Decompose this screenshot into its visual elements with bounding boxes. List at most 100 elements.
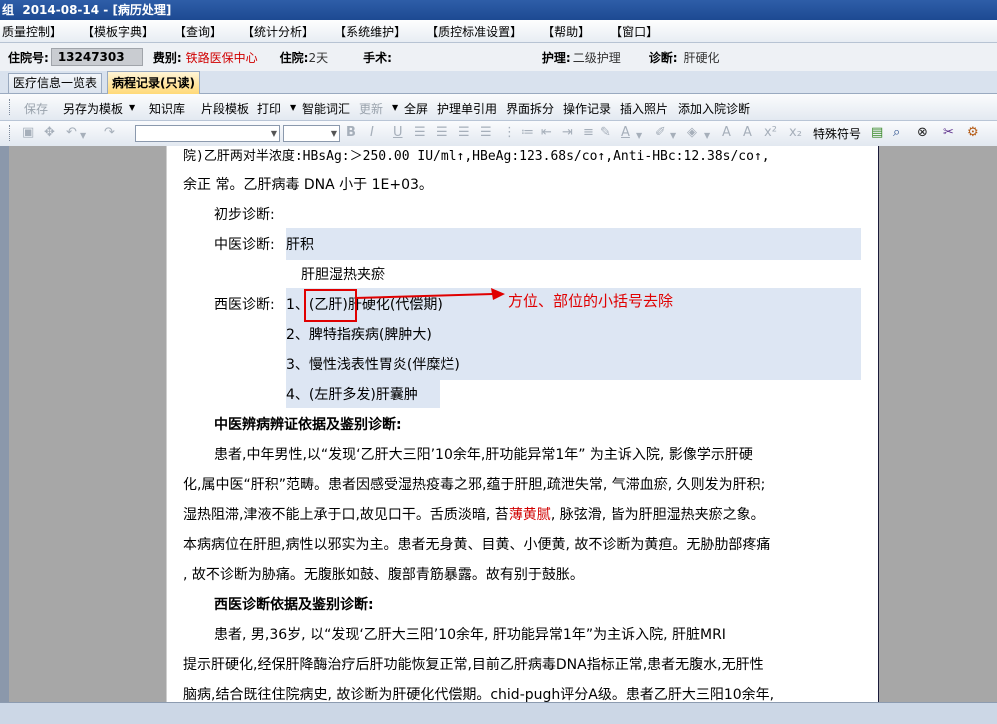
wm-basis-heading: 西医诊断依据及鉴别诊断:: [214, 597, 374, 613]
undo-dropdown-icon[interactable]: ▼: [80, 129, 86, 143]
tab-medical-overview[interactable]: 医疗信息一览表: [8, 73, 103, 93]
special-symbol-button[interactable]: 特殊符号: [813, 127, 861, 141]
payment-value: 铁路医保中心: [185, 50, 258, 65]
update-dropdown-icon[interactable]: ▼: [392, 103, 398, 112]
fullscreen-button[interactable]: 全屏: [404, 100, 428, 117]
shrink-font-icon[interactable]: A: [743, 126, 752, 140]
save-as-template-dropdown-icon[interactable]: ▼: [129, 103, 135, 112]
tcm-diagnosis-item: 肝积: [286, 237, 314, 253]
fill-color-icon[interactable]: ◈: [687, 126, 697, 140]
font-color-icon[interactable]: A: [621, 126, 630, 140]
tab-strip: 医疗信息一览表 病程记录(只读): [0, 71, 997, 94]
subscript-icon[interactable]: x₂: [789, 126, 802, 140]
stay-value: 2天: [308, 50, 329, 65]
inpatient-no-field[interactable]: 13247303: [50, 48, 143, 66]
tools-icon[interactable]: ✂: [943, 126, 954, 140]
wm-diagnosis-item-2: 2、脾特指疾病(脾肿大): [286, 327, 432, 343]
fill-color-dropdown-icon[interactable]: ▼: [704, 129, 710, 143]
bold-icon[interactable]: B: [346, 126, 356, 140]
tcm-diagnosis-label: 中医诊断:: [214, 237, 275, 253]
highlight-icon[interactable]: ✐: [655, 126, 666, 140]
split-view-button[interactable]: 界面拆分: [506, 100, 554, 117]
document-text-line: 湿热阻滞,津液不能上承于口,故见口干。舌质淡暗, 苔薄黄腻, 脉弦滑, 皆为肝胆…: [183, 504, 765, 526]
insert-photo-button[interactable]: 插入照片: [620, 100, 668, 117]
settings-icon[interactable]: ⚙: [967, 126, 979, 140]
knowledge-base-button[interactable]: 知识库: [149, 100, 185, 117]
update-button[interactable]: 更新: [359, 100, 383, 117]
print-button[interactable]: 打印: [257, 100, 281, 117]
menu-help[interactable]: 【帮助】: [540, 23, 590, 40]
inpatient-no-label: 住院号:: [8, 50, 49, 65]
nursing-label: 护理:: [541, 50, 571, 65]
insert-table-icon[interactable]: ▤: [871, 126, 883, 140]
add-admission-diagnosis-button[interactable]: 添加入院诊断: [678, 100, 750, 117]
indent-icon[interactable]: ⇥: [562, 126, 573, 140]
outdent-icon[interactable]: ⇤: [541, 126, 552, 140]
document-text-line: 脑病,结合既往住院病史, 故诊断为肝硬化代偿期。chid-pugh评分A级。患者…: [183, 687, 775, 702]
format-painter-icon[interactable]: ✎: [600, 126, 611, 140]
save-icon[interactable]: ▣: [22, 126, 34, 140]
nursing-reference-button[interactable]: 护理单引用: [437, 100, 497, 117]
smart-words-button[interactable]: 智能词汇: [302, 100, 350, 117]
document-page[interactable]: 院)乙肝两对半浓度:HBsAg:＞250.00 IU/ml↑,HBeAg:123…: [166, 146, 879, 702]
undo-icon[interactable]: ↶: [66, 126, 77, 140]
redo-icon[interactable]: ↷: [104, 126, 115, 140]
align-right-icon[interactable]: ☰: [458, 126, 470, 140]
highlight-dropdown-icon[interactable]: ▼: [670, 129, 676, 143]
bullet-list-icon[interactable]: ≔: [521, 126, 534, 140]
patient-info-bar: 住院号: 13247303 费别: 铁路医保中心 住院: 2天 手术: 护理: …: [0, 43, 997, 71]
menu-template-dictionary[interactable]: 【模板字典】: [80, 23, 154, 40]
menu-window[interactable]: 【窗口】: [608, 23, 658, 40]
format-toolbar: ▣ ✥ ↶ ▼ ↷ ▼ ▼ B I U ☰ ☰ ☰ ☰ ⋮ ≔ ⇤ ⇥ ≡ ✎ …: [0, 121, 997, 147]
preliminary-diagnosis-label: 初步诊断:: [214, 207, 275, 223]
move-icon[interactable]: ✥: [44, 126, 55, 140]
paragraph-icon[interactable]: ≡: [583, 126, 594, 140]
numbered-list-icon[interactable]: ⋮: [503, 126, 516, 140]
save-as-template-button[interactable]: 另存为模板: [63, 100, 123, 117]
grow-font-icon[interactable]: A: [722, 126, 731, 140]
document-text-line: 余正 常。乙肝病毒 DNA 小于 1E+03。: [183, 177, 433, 193]
search-icon[interactable]: ⌕: [893, 126, 900, 140]
menu-quality-control[interactable]: 质量控制】: [0, 23, 62, 40]
window-title: 组 2014-08-14 - [病历处理]: [0, 0, 997, 20]
document-text-span: 湿热阻滞,津液不能上承于口,故见口干。舌质淡暗, 苔: [183, 507, 509, 523]
toolbar-grip: [9, 99, 13, 115]
underline-icon[interactable]: U: [393, 126, 403, 140]
chevron-down-icon: ▼: [330, 129, 337, 138]
annotation-arrow-icon: [354, 288, 505, 300]
document-workspace[interactable]: 院)乙肝两对半浓度:HBsAg:＞250.00 IU/ml↑,HBeAg:123…: [9, 146, 997, 702]
justify-icon[interactable]: ☰: [480, 126, 492, 140]
highlighted-term: 薄黄腻: [508, 507, 551, 523]
annotation-note: 方位、部位的小括号去除: [508, 292, 674, 310]
surgery-label: 手术:: [363, 50, 392, 65]
italic-icon[interactable]: I: [370, 126, 374, 140]
annotation-highlight-box: [304, 289, 357, 322]
save-button[interactable]: 保存: [24, 100, 48, 117]
document-text-line: 患者, 男,36岁, 以“发现‘乙肝大三阳’10余年, 肝功能异常1年”为主诉入…: [214, 627, 726, 643]
align-left-icon[interactable]: ☰: [414, 126, 426, 140]
document-text-line: 院)乙肝两对半浓度:HBsAg:＞250.00 IU/ml↑,HBeAg:123…: [183, 149, 770, 164]
print-dropdown-icon[interactable]: ▼: [290, 103, 296, 112]
operation-record-button[interactable]: 操作记录: [563, 100, 611, 117]
tcm-diagnosis-item: 肝胆湿热夹瘀: [301, 267, 385, 283]
nursing-value: 二级护理: [572, 50, 621, 65]
fragment-template-button[interactable]: 片段模板: [201, 100, 249, 117]
tab-progress-notes[interactable]: 病程记录(只读): [107, 71, 200, 94]
align-center-icon[interactable]: ☰: [436, 126, 448, 140]
document-text-line: 患者,中年男性,以“发现‘乙肝大三阳’10余年,肝功能异常1年” 为主诉入院, …: [214, 447, 753, 463]
font-size-select[interactable]: ▼: [283, 125, 340, 142]
font-color-dropdown-icon[interactable]: ▼: [636, 129, 642, 143]
menu-qc-standards[interactable]: 【质控标准设置】: [424, 23, 522, 40]
menu-system-maintenance[interactable]: 【系统维护】: [332, 23, 406, 40]
binoculars-icon[interactable]: ⊗: [917, 126, 928, 140]
font-family-select[interactable]: ▼: [135, 125, 280, 142]
payment-label: 费别:: [152, 50, 182, 65]
status-bar: [0, 702, 997, 724]
document-text-line: , 故不诊断为胁痛。无腹胀如鼓、腹部青筋暴露。故有别于鼓胀。: [183, 567, 584, 583]
document-text-span: , 脉弦滑, 皆为肝胆湿热夹瘀之象。: [550, 507, 765, 523]
superscript-icon[interactable]: x²: [764, 126, 777, 140]
document-text-line: 化,属中医“肝积”范畴。患者因感受湿热疫毒之邪,蕴于肝胆,疏泄失常, 气滞血瘀,…: [183, 477, 766, 493]
menu-statistics[interactable]: 【统计分析】: [240, 23, 314, 40]
tcm-basis-heading: 中医辨病辨证依据及鉴别诊断:: [214, 417, 402, 433]
menu-query[interactable]: 【查询】: [172, 23, 222, 40]
